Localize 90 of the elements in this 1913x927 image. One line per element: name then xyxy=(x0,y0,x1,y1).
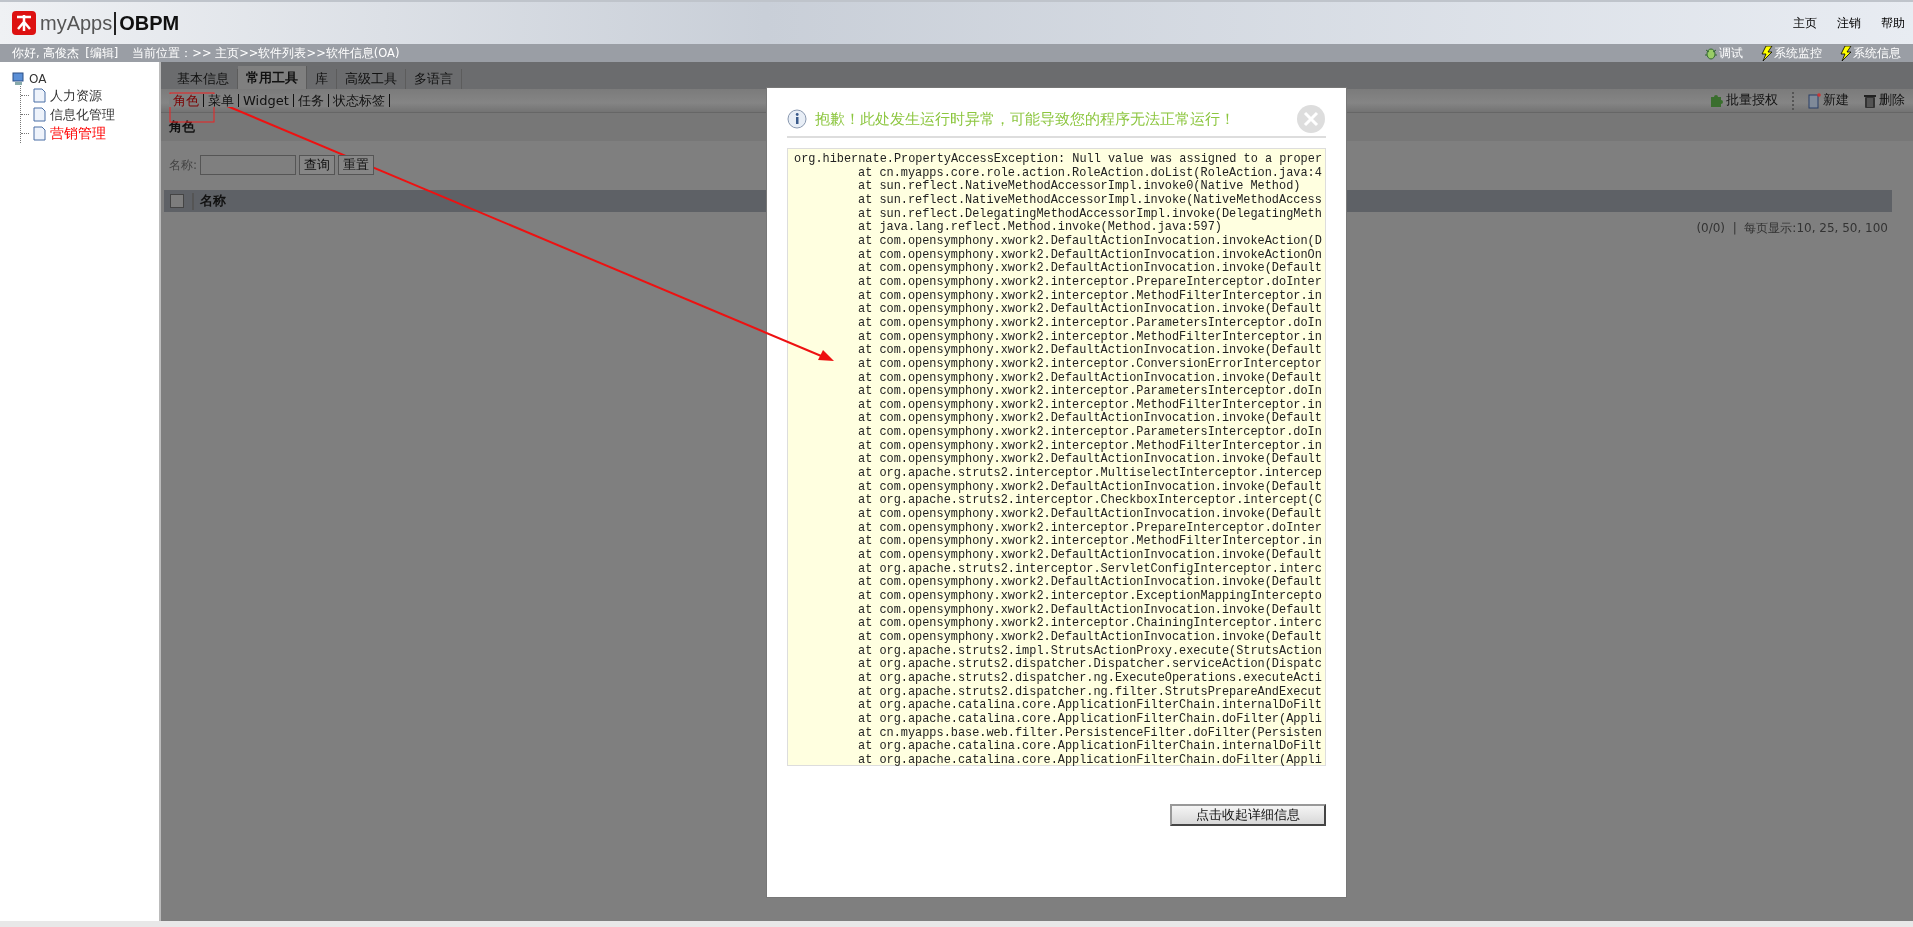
stack-trace-line: at com.opensymphony.xwork2.DefaultActionInvocation.invoke(Default xyxy=(857,630,1323,645)
bug-icon xyxy=(1704,46,1718,60)
stack-trace-line: at com.opensymphony.xwork2.DefaultActionInvocation.invoke(Default xyxy=(857,508,1323,522)
tab[interactable]: 常用工具 xyxy=(238,66,307,89)
info-icon xyxy=(787,109,807,129)
stack-trace-line: at com.opensymphony.xwork2.interceptor.ChainingInterceptor.interc xyxy=(857,617,1323,631)
new-document-icon xyxy=(1808,92,1821,109)
stack-trace-line: at com.opensymphony.xwork2.DefaultActionInvocation.invoke(Default xyxy=(857,576,1323,590)
stack-trace-line: at com.opensymphony.xwork2.DefaultActionInvocation.invoke(Default xyxy=(857,412,1323,426)
stack-trace-line: at com.opensymphony.xwork2.interceptor.ConversionErrorInterceptor xyxy=(857,357,1323,372)
system-tool-link[interactable]: 系统监控 xyxy=(1761,45,1822,61)
stack-trace-line: at com.opensymphony.xwork2.interceptor.PrepareInterceptor.doInter xyxy=(857,521,1323,535)
tree-item[interactable]: 信息化管理 xyxy=(21,105,159,124)
document-icon xyxy=(33,107,46,122)
stack-trace-line: at sun.reflect.NativeMethodAccessorImpl.invoke(NativeMethodAccess xyxy=(857,193,1323,208)
toolbar-button[interactable]: 删除 xyxy=(1863,92,1905,109)
stack-trace-line: at com.opensymphony.xwork2.interceptor.MethodFilterInterceptor.in xyxy=(857,330,1323,344)
collapse-details-button[interactable]: 点击收起详细信息 xyxy=(1170,804,1326,826)
stack-trace-line: at com.opensymphony.xwork2.interceptor.ExceptionMappingIntercepto xyxy=(857,590,1323,604)
stack-trace-line: org.hibernate.PropertyAccessException: Null value was assigned to a proper xyxy=(794,153,1324,167)
column-header: 名称 xyxy=(192,192,226,210)
stack-trace-line: at org.apache.catalina.core.ApplicationFilterChain.doFilter(Appli xyxy=(857,712,1323,727)
product-name: OBPM xyxy=(114,11,180,35)
sub-tab[interactable]: 角色 xyxy=(169,94,204,107)
greeting-text: 你好, 高俊杰 xyxy=(12,45,80,61)
name-input[interactable] xyxy=(200,155,297,175)
select-all-checkbox[interactable] xyxy=(170,194,184,208)
lightning-icon xyxy=(1840,45,1852,61)
stack-trace-line: at com.opensymphony.xwork2.interceptor.ParametersInterceptor.doIn xyxy=(857,316,1323,331)
stack-trace-line: at com.opensymphony.xwork2.DefaultActionInvocation.invoke(Default xyxy=(857,453,1323,467)
tree-item[interactable]: 营销管理 xyxy=(21,124,159,143)
sub-tab[interactable]: 状态标签 xyxy=(328,94,390,107)
stack-trace-line: at com.opensymphony.xwork2.interceptor.ParametersInterceptor.doIn xyxy=(857,385,1323,399)
stack-trace-line: at com.opensymphony.xwork2.DefaultActionInvocation.invokeActionOn xyxy=(857,248,1323,262)
stack-trace-line: at com.opensymphony.xwork2.DefaultActionInvocation.invoke(Default xyxy=(857,603,1323,617)
stack-trace-line: at org.apache.struts2.interceptor.CheckboxInterceptor.intercept(C xyxy=(857,494,1323,508)
stack-trace-line: at org.apache.catalina.core.ApplicationFilterChain.internalDoFilt xyxy=(857,740,1323,754)
stack-trace-line: at com.opensymphony.xwork2.DefaultActionInvocation.invoke(Default xyxy=(857,480,1323,494)
stack-trace-line: at com.opensymphony.xwork2.interceptor.MethodFilterInterceptor.in xyxy=(857,398,1323,412)
stack-trace-line: at org.apache.struts2.dispatcher.ng.ExecuteOperations.executeActi xyxy=(857,671,1323,686)
stack-trace-line: at org.apache.struts2.dispatcher.Dispatcher.serviceAction(Dispatc xyxy=(857,658,1323,672)
system-tool-link[interactable]: 调试 xyxy=(1704,45,1743,61)
document-icon xyxy=(33,88,46,103)
tree-item[interactable]: 人力资源 xyxy=(21,86,159,105)
header-link[interactable]: 帮助 xyxy=(1881,14,1905,32)
pagination-text: (0/0) | 每页显示:10, 25, 50, 100 xyxy=(1696,220,1888,237)
edit-link[interactable]: [编辑] xyxy=(85,45,119,61)
breadcrumb-text: 当前位置：>> 主页>>软件列表>>软件信息(OA) xyxy=(132,45,400,61)
header-link[interactable]: 注销 xyxy=(1837,14,1861,32)
stack-trace-line: at com.opensymphony.xwork2.DefaultActionInvocation.invoke(Default xyxy=(857,262,1323,276)
stack-trace-line: at org.apache.struts2.interceptor.MultiselectInterceptor.intercep xyxy=(857,467,1323,481)
sub-tab[interactable]: Widget xyxy=(239,94,294,107)
form-button[interactable]: 查询 xyxy=(299,155,336,175)
stack-trace-line: at org.apache.catalina.core.ApplicationFilterChain.doFilter(Appli xyxy=(857,753,1323,768)
trash-icon xyxy=(1863,93,1877,108)
stack-trace-line: at org.apache.struts2.dispatcher.ng.filter.StrutsPrepareAndExecut xyxy=(857,685,1323,699)
computer-icon xyxy=(12,72,25,86)
stack-trace-line: at com.opensymphony.xwork2.interceptor.MethodFilterInterceptor.in xyxy=(857,439,1323,453)
stack-trace-line: at com.opensymphony.xwork2.DefaultActionInvocation.invoke(Default xyxy=(857,303,1323,317)
stack-trace-line: at com.opensymphony.xwork2.interceptor.MethodFilterInterceptor.in xyxy=(857,535,1323,549)
header-link[interactable]: 主页 xyxy=(1793,14,1817,32)
toolbar-button[interactable]: 批量授权 xyxy=(1709,92,1778,109)
form-button[interactable]: 重置 xyxy=(338,155,375,175)
close-icon[interactable] xyxy=(1296,104,1326,134)
field-label: 名称: xyxy=(169,156,198,174)
stack-trace-line: at com.opensymphony.xwork2.DefaultActionInvocation.invokeAction(D xyxy=(857,234,1323,249)
stack-trace-line: at cn.myapps.base.web.filter.PersistenceFilter.doFilter(Persisten xyxy=(857,726,1323,740)
stack-trace-line: at sun.reflect.DelegatingMethodAccessorImpl.invoke(DelegatingMeth xyxy=(857,207,1323,221)
puzzle-icon xyxy=(1709,93,1724,108)
stack-trace-line: at com.opensymphony.xwork2.DefaultActionInvocation.invoke(Default xyxy=(857,371,1323,385)
sub-tab[interactable]: 菜单 xyxy=(204,94,239,107)
system-tool-link[interactable]: 系统信息 xyxy=(1840,45,1901,61)
stack-trace-line: at java.lang.reflect.Method.invoke(Method.java:597) xyxy=(857,221,1223,235)
stack-trace-line: at org.apache.struts2.interceptor.ServletConfigInterceptor.interc xyxy=(857,562,1323,576)
sub-tab[interactable]: 任务 xyxy=(293,94,329,107)
tree-root-label[interactable]: OA xyxy=(29,72,47,86)
stack-trace-line: at com.opensymphony.xwork2.interceptor.MethodFilterInterceptor.in xyxy=(857,289,1323,303)
stack-trace-line: at com.opensymphony.xwork2.interceptor.PrepareInterceptor.doInter xyxy=(857,275,1323,290)
logo-text: myApps xyxy=(40,11,113,35)
stack-trace-line: at org.apache.struts2.impl.StrutsActionProxy.execute(StrutsAction xyxy=(857,644,1323,658)
toolbar-button[interactable]: 新建 xyxy=(1808,92,1849,109)
stack-trace-line: at cn.myapps.core.role.action.RoleAction.doList(RoleAction.java:4 xyxy=(857,166,1323,180)
lightning-icon xyxy=(1761,45,1773,61)
stack-trace-line: at org.apache.catalina.core.ApplicationFilterChain.internalDoFilt xyxy=(857,699,1323,713)
stack-trace-line: at com.opensymphony.xwork2.interceptor.ParametersInterceptor.doIn xyxy=(857,426,1323,440)
stack-trace-line: at com.opensymphony.xwork2.DefaultActionInvocation.invoke(Default xyxy=(857,344,1323,358)
document-icon xyxy=(33,126,46,141)
logo-icon xyxy=(10,9,38,37)
stack-trace-line: at sun.reflect.NativeMethodAccessorImpl.invoke0(Native Method) xyxy=(857,180,1302,194)
stack-trace-line: at com.opensymphony.xwork2.DefaultActionInvocation.invoke(Default xyxy=(857,549,1323,563)
